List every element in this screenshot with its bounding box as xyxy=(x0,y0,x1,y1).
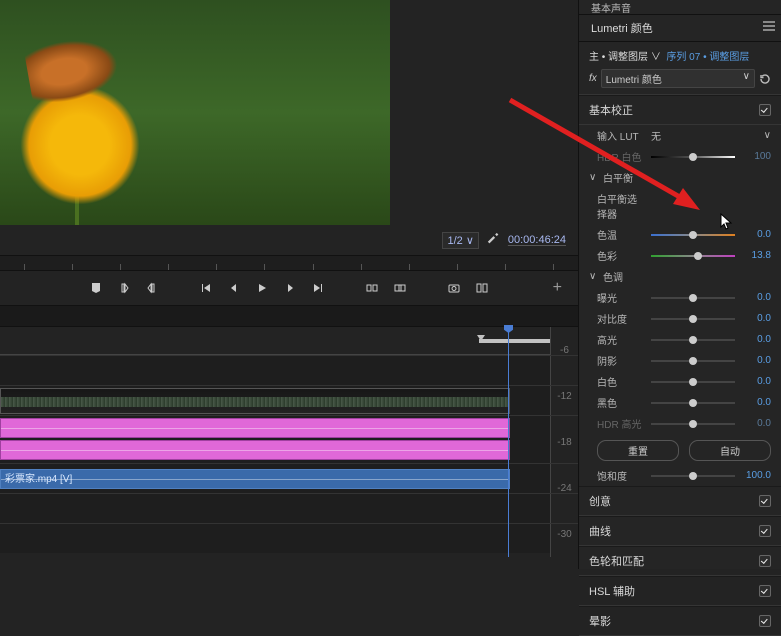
auto-button[interactable]: 自动 xyxy=(689,440,771,461)
time-ruler[interactable] xyxy=(0,255,578,271)
mark-out-icon[interactable] xyxy=(145,281,159,295)
temperature-value[interactable]: 0.0 xyxy=(741,229,771,240)
track[interactable] xyxy=(0,523,578,553)
blacks-slider[interactable] xyxy=(651,397,735,409)
temperature-slider[interactable] xyxy=(651,229,735,241)
exposure-slider[interactable] xyxy=(651,292,735,304)
timeline-panel[interactable]: -6 -12 -18 -24 -30 彩票家.mp4 [V] xyxy=(0,327,578,553)
tint-slider[interactable] xyxy=(651,250,735,262)
tone-label: 色调 xyxy=(603,269,623,284)
track[interactable]: 彩票家.mp4 [V] xyxy=(0,463,578,493)
white-balance-label: 白平衡 xyxy=(603,170,633,185)
eyedropper-icon[interactable] xyxy=(651,200,663,212)
track[interactable] xyxy=(0,415,578,463)
section-checkbox[interactable] xyxy=(759,495,771,507)
lumetri-title[interactable]: Lumetri 颜色 xyxy=(579,14,781,42)
color-wheels-section[interactable]: 色轮和匹配 xyxy=(579,546,781,576)
video-clip[interactable]: 彩票家.mp4 [V] xyxy=(0,469,510,489)
lumetri-panel: 基本声音 Lumetri 颜色 主 • 调整图层 ∨ 序列 07 • 调整图层 … xyxy=(578,0,781,569)
track[interactable] xyxy=(0,355,578,385)
clip-magenta[interactable] xyxy=(0,440,510,460)
section-checkbox[interactable] xyxy=(759,615,771,627)
chevron-down-icon[interactable]: ∨ xyxy=(589,271,597,282)
timecode[interactable]: 00:00:46:24 xyxy=(508,234,566,246)
hdr-highlight-slider xyxy=(651,418,735,430)
track[interactable] xyxy=(0,385,578,415)
button-editor-icon[interactable]: + xyxy=(553,279,562,297)
add-marker-icon[interactable] xyxy=(89,281,103,295)
section-checkbox[interactable] xyxy=(759,104,771,116)
track[interactable] xyxy=(0,493,578,523)
vignette-section[interactable]: 晕影 xyxy=(579,606,781,636)
highlights-slider[interactable] xyxy=(651,334,735,346)
panel-menu-icon[interactable] xyxy=(763,21,775,31)
hsl-section[interactable]: HSL 辅助 xyxy=(579,576,781,606)
tint-value[interactable]: 13.8 xyxy=(741,250,771,261)
hdr-white-slider xyxy=(651,151,735,163)
chevron-down-icon[interactable]: ∨ xyxy=(589,172,597,183)
input-lut-dropdown[interactable]: 无 xyxy=(651,128,758,143)
panel-divider xyxy=(0,305,578,327)
effect-dropdown[interactable]: Lumetri 颜色∨ xyxy=(601,69,755,88)
lift-icon[interactable] xyxy=(365,281,379,295)
preview-controls: 1/2 ∨ 00:00:46:24 xyxy=(0,225,578,255)
reset-icon[interactable] xyxy=(759,73,771,85)
reset-button[interactable]: 重置 xyxy=(597,440,679,461)
go-to-out-icon[interactable] xyxy=(311,281,325,295)
export-frame-icon[interactable] xyxy=(447,281,461,295)
mark-in-icon[interactable] xyxy=(117,281,131,295)
program-monitor xyxy=(0,0,390,225)
shadows-slider[interactable] xyxy=(651,355,735,367)
zoom-dropdown[interactable]: 1/2 ∨ xyxy=(442,232,478,249)
contrast-slider[interactable] xyxy=(651,313,735,325)
clip-magenta[interactable] xyxy=(0,418,510,438)
section-checkbox[interactable] xyxy=(759,585,771,597)
chevron-down-icon[interactable]: ∨ xyxy=(764,130,771,141)
whites-slider[interactable] xyxy=(651,376,735,388)
step-fwd-icon[interactable] xyxy=(283,281,297,295)
basic-correction-section[interactable]: 基本校正 xyxy=(579,95,781,125)
section-checkbox[interactable] xyxy=(759,525,771,537)
extract-icon[interactable] xyxy=(393,281,407,295)
curves-section[interactable]: 曲线 xyxy=(579,516,781,546)
fx-badge[interactable]: fx xyxy=(589,73,597,84)
creative-section[interactable]: 创意 xyxy=(579,486,781,516)
go-to-in-icon[interactable] xyxy=(199,281,213,295)
settings-icon[interactable] xyxy=(487,232,500,248)
audio-clip[interactable] xyxy=(0,388,510,414)
source-row: 主 • 调整图层 ∨ 序列 07 • 调整图层 xyxy=(579,42,781,67)
saturation-slider[interactable] xyxy=(651,470,735,482)
section-checkbox[interactable] xyxy=(759,555,771,567)
transport-bar: + xyxy=(0,271,578,305)
playhead[interactable] xyxy=(508,327,509,557)
play-icon[interactable] xyxy=(255,281,269,295)
zoom-value: 1/2 xyxy=(447,235,462,247)
step-back-icon[interactable] xyxy=(227,281,241,295)
comparison-view-icon[interactable] xyxy=(475,281,489,295)
input-lut-label: 输入 LUT xyxy=(597,128,645,143)
essential-sound-tab[interactable]: 基本声音 xyxy=(579,0,781,14)
